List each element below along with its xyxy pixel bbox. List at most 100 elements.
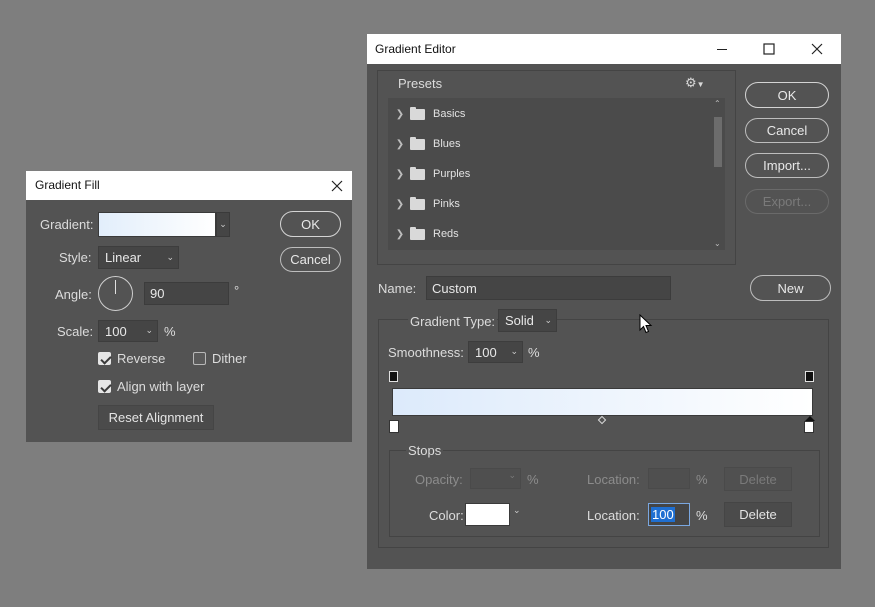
close-icon[interactable] [795,34,839,64]
gradient-swatch[interactable] [98,212,216,237]
preset-folder-purples[interactable]: ❯ Purples [388,160,711,188]
gradient-preview-bar[interactable] [392,388,813,416]
degree-symbol: ° [234,283,240,298]
chevron-down-icon: ⌄ [508,470,516,480]
scroll-down-icon[interactable]: ⌄ [714,239,721,248]
smoothness-percent: % [528,345,540,360]
name-value: Custom [432,280,477,296]
color-location-input[interactable]: 100 [648,503,690,526]
preset-folder-blues[interactable]: ❯ Blues [388,130,711,158]
gradient-type-value: Solid [505,313,534,328]
opacity-delete-button[interactable]: Delete [724,467,792,491]
cancel-button[interactable]: Cancel [745,118,829,143]
maximize-icon[interactable] [747,34,791,64]
color-stop-left[interactable] [389,420,399,433]
angle-dial-needle [115,280,116,294]
ok-button[interactable]: OK [280,211,341,237]
stops-label: Stops [406,443,444,458]
new-button[interactable]: New [750,275,831,301]
cancel-button[interactable]: Cancel [280,247,341,272]
chevron-down-icon: ⌄ [145,324,153,335]
opacity-location-input[interactable] [648,468,690,489]
scale-label: Scale: [57,324,94,339]
align-with-layer-label[interactable]: Align with layer [117,379,204,394]
scale-value: 100 [105,323,127,339]
reverse-label[interactable]: Reverse [117,351,165,366]
gradient-fill-titlebar[interactable]: Gradient Fill [26,171,352,200]
chevron-right-icon: ❯ [395,138,405,150]
gradient-picker-dropdown[interactable]: ⌄ [216,212,230,237]
angle-value: 90 [150,286,165,301]
color-location-label: Location: [587,508,640,523]
dither-checkbox[interactable] [193,352,206,365]
smoothness-value: 100 [475,344,497,360]
folder-icon [410,106,425,120]
gear-icon[interactable]: ⚙▼ [685,75,705,91]
color-delete-button[interactable]: Delete [724,502,792,527]
style-value: Linear [105,250,142,265]
name-input[interactable]: Custom [426,276,671,300]
chevron-down-icon: ⌄ [544,314,552,325]
ok-button[interactable]: OK [745,82,829,108]
chevron-down-icon: ⌄ [166,251,174,262]
preset-label: Blues [433,138,461,150]
scroll-up-icon[interactable]: ⌃ [714,99,721,108]
chevron-down-icon: ⌄ [219,219,227,229]
presets-list: ❯ Basics ❯ Blues ❯ Purples ❯ Pinks ❯ Red… [388,98,725,250]
gradient-type-label: Gradient Type: [408,314,498,329]
chevron-right-icon: ❯ [395,198,405,210]
preset-label: Pinks [433,198,460,210]
opacity-location-label: Location: [587,472,640,487]
chevron-right-icon: ❯ [395,108,405,120]
smoothness-label: Smoothness: [388,345,464,360]
gradient-type-dropdown[interactable]: Solid ⌄ [498,309,557,332]
opacity-stop-left[interactable] [389,371,398,382]
dither-label[interactable]: Dither [212,351,247,366]
chevron-down-icon[interactable]: ⌄ [513,505,521,516]
color-swatch[interactable] [465,503,510,526]
scale-dropdown[interactable]: 100 ⌄ [98,320,158,342]
preset-label: Basics [433,108,466,120]
folder-icon [410,226,425,240]
opacity-dropdown[interactable]: ⌄ [470,468,521,489]
scrollbar-thumb[interactable] [714,117,722,167]
angle-dial[interactable] [98,276,133,311]
opacity-percent: % [527,472,539,487]
mouse-cursor-icon [639,313,653,334]
export-button[interactable]: Export... [745,189,829,214]
folder-icon [410,136,425,150]
gradient-fill-dialog: Gradient Fill Gradient: ⌄ Style: Linear … [26,171,352,442]
gradient-editor-titlebar[interactable]: Gradient Editor [367,34,841,64]
gradient-editor-title: Gradient Editor [375,42,456,56]
chevron-down-icon: ⌄ [510,345,518,356]
close-icon[interactable] [322,171,352,200]
folder-icon [410,166,425,180]
style-label: Style: [59,250,92,265]
minimize-icon[interactable] [700,34,744,64]
preset-folder-basics[interactable]: ❯ Basics [388,100,711,128]
presets-scrollbar[interactable]: ⌃ ⌄ [711,98,725,250]
presets-group: Presets ⚙▼ ❯ Basics ❯ Blues ❯ Purples ❯ … [377,70,736,265]
opacity-location-percent: % [696,472,708,487]
color-location-value: 100 [651,507,675,522]
smoothness-dropdown[interactable]: 100 ⌄ [468,341,523,363]
import-button[interactable]: Import... [745,153,829,178]
reverse-checkbox[interactable] [98,352,111,365]
angle-input[interactable]: 90 [144,282,229,305]
chevron-right-icon: ❯ [395,228,405,240]
chevron-right-icon: ❯ [395,168,405,180]
align-with-layer-checkbox[interactable] [98,380,111,393]
preset-folder-reds[interactable]: ❯ Reds [388,220,711,248]
presets-label[interactable]: Presets [398,76,442,91]
reset-alignment-button[interactable]: Reset Alignment [98,405,214,430]
preset-label: Reds [433,228,459,240]
color-stop-right-selected[interactable] [804,416,815,433]
opacity-stop-right[interactable] [805,371,814,382]
style-dropdown[interactable]: Linear ⌄ [98,246,179,269]
gradient-editor-dialog: Gradient Editor Presets ⚙▼ ❯ Basics ❯ Bl… [367,34,841,569]
scale-percent: % [164,324,176,339]
preset-folder-pinks[interactable]: ❯ Pinks [388,190,711,218]
color-location-percent: % [696,508,708,523]
preset-label: Purples [433,168,471,180]
name-label: Name: [378,281,417,296]
